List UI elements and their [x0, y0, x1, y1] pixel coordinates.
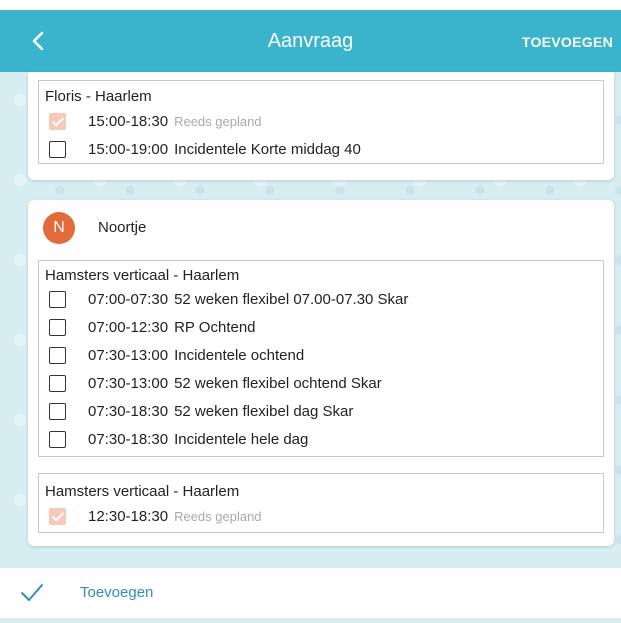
slot-time: 07:30-18:30	[88, 402, 169, 420]
add-label: Toevoegen	[80, 584, 154, 601]
slot-checkbox[interactable]	[49, 140, 66, 158]
slot-row[interactable]: 07:00-07:30 52 weken flexibel 07.00-07.3…	[49, 287, 408, 311]
slot-checkbox[interactable]	[49, 402, 66, 420]
slot-status: Reeds gepland	[174, 508, 262, 524]
slot-checkbox[interactable]	[49, 374, 66, 392]
location-group: Hamsters verticaal - Haarlem 12:30-18:30…	[38, 473, 604, 533]
add-footer-button[interactable]: Toevoegen	[0, 568, 621, 618]
slot-checkbox[interactable]	[49, 507, 66, 525]
child-card-floris: Floris - Haarlem 15:00-18:30 Reeds gepla…	[28, 72, 614, 180]
child-card-noortje: N Noortje Hamsters verticaal - Haarlem 0…	[28, 200, 614, 546]
slot-label: 52 weken flexibel dag Skar	[174, 402, 354, 420]
slot-label: 52 weken flexibel 07.00-07.30 Skar	[174, 290, 409, 308]
slot-time: 07:00-07:30	[88, 290, 169, 308]
add-header-button[interactable]: TOEVOEGEN	[522, 34, 613, 50]
location-group: Floris - Haarlem 15:00-18:30 Reeds gepla…	[38, 80, 604, 164]
slot-time: 07:30-13:00	[88, 374, 169, 392]
slot-row[interactable]: 15:00-19:00 Incidentele Korte middag 40	[49, 137, 361, 161]
slot-time: 15:00-19:00	[88, 140, 169, 158]
slot-row[interactable]: 12:30-18:30 Reeds gepland	[49, 504, 262, 528]
slot-time: 07:30-18:30	[88, 430, 169, 448]
location-title: Floris - Haarlem	[45, 88, 152, 105]
slot-row[interactable]: 07:30-13:00 52 weken flexibel ochtend Sk…	[49, 371, 382, 395]
slot-time: 07:30-13:00	[88, 346, 169, 364]
location-title: Hamsters verticaal - Haarlem	[45, 267, 240, 284]
slot-row[interactable]: 07:30-13:00 Incidentele ochtend	[49, 343, 304, 367]
slot-label: Incidentele Korte middag 40	[174, 140, 361, 158]
avatar: N	[43, 212, 75, 244]
slot-checkbox[interactable]	[49, 346, 66, 364]
app-header: Aanvraag TOEVOEGEN	[0, 10, 621, 72]
slot-checkbox[interactable]	[49, 290, 66, 308]
slot-checkbox[interactable]	[49, 430, 66, 448]
slot-checkbox[interactable]	[49, 318, 66, 336]
slot-row[interactable]: 15:00-18:30 Reeds gepland	[49, 109, 262, 133]
checkmark-icon	[21, 584, 43, 601]
slot-row[interactable]: 07:30-18:30 52 weken flexibel dag Skar	[49, 399, 353, 423]
slot-time: 15:00-18:30	[88, 112, 169, 130]
slot-row[interactable]: 07:30-18:30 Incidentele hele dag	[49, 427, 308, 451]
slot-time: 07:00-12:30	[88, 318, 169, 336]
status-strip	[0, 0, 621, 10]
slot-checkbox[interactable]	[49, 112, 66, 130]
slot-label: Incidentele hele dag	[174, 430, 309, 448]
slot-status: Reeds gepland	[174, 113, 262, 129]
slot-label: RP Ochtend	[174, 318, 256, 336]
location-group: Hamsters verticaal - Haarlem 07:00-07:30…	[38, 260, 604, 457]
slot-time: 12:30-18:30	[88, 507, 169, 525]
child-name: Noortje	[98, 219, 147, 236]
location-title: Hamsters verticaal - Haarlem	[45, 483, 240, 500]
slot-label: 52 weken flexibel ochtend Skar	[174, 374, 382, 392]
slot-row[interactable]: 07:00-12:30 RP Ochtend	[49, 315, 256, 339]
slot-label: Incidentele ochtend	[174, 346, 305, 364]
